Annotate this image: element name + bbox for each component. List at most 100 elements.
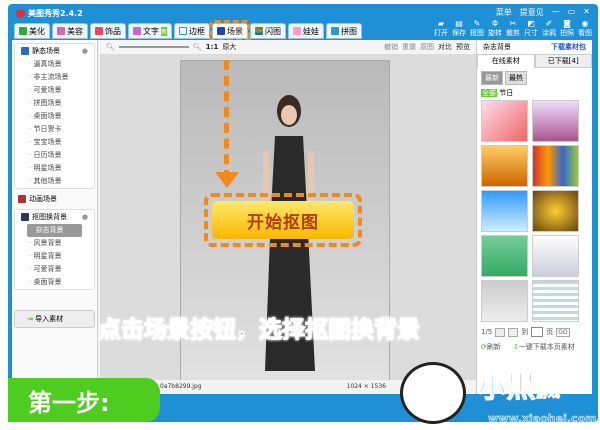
thumbnail[interactable] [481,280,528,322]
tool-label: 涂鸦 [542,29,556,37]
tool-label: 保存 [452,29,466,37]
collapse-icon[interactable]: ● [82,213,88,221]
material-panel: 杂志背景 下载素材包 在线素材 已下载[4] 最新 最热 全部 节日 1/5 到页 GO … [476,40,592,394]
material-category[interactable]: 杂志背景 [483,42,511,52]
category-holiday[interactable]: 节日 [499,89,513,97]
camera-button[interactable]: ◙ 拍照 [560,19,574,38]
tab-downloaded[interactable]: 已下载[4] [534,54,592,68]
thumbnail[interactable] [532,145,579,187]
preview-button[interactable]: 预览 [456,42,470,52]
refresh-button[interactable]: ⟳刷新 [481,342,501,352]
thumbnail[interactable] [481,190,528,232]
cutout-header[interactable]: 抠图换背景 ● [15,210,94,224]
tab-text[interactable]: 文字新 [128,23,173,39]
list-item[interactable]: 可爱背景 [15,263,94,276]
list-item-selected[interactable]: 杂志背景 [27,224,82,237]
ratio-button[interactable]: 1:1 [206,43,219,51]
list-item[interactable]: 宝宝场景 [15,136,94,149]
save-button[interactable]: ▤ 保存 [452,19,466,38]
original-button[interactable]: 原图 [420,42,434,52]
zoom-in-icon[interactable]: 🔍︎ [193,43,202,51]
download-all-button[interactable]: ⇩一键下载本页素材 [513,342,575,352]
import-material-button[interactable]: ⇥ 导入素材 [14,310,95,328]
resize-button[interactable]: ◩ 尺寸 [524,19,538,38]
start-cutout-button[interactable]: 开始抠图 [204,193,362,247]
download-pack-link[interactable]: 下载素材包 [551,42,586,52]
go-button[interactable]: GO [556,327,570,337]
group-label: 抠图换背景 [32,213,67,221]
open-button[interactable]: ▰ 打开 [434,19,448,38]
doodle-button[interactable]: ✐ 涂鸦 [542,19,556,38]
list-item[interactable]: 明星场景 [15,162,94,175]
guide-arrow [224,60,244,180]
tab-beautify[interactable]: 美化 [14,23,50,39]
goto-label: 到 [521,328,529,336]
window-controls: 菜单 提意见 — ▭ ✕ [496,7,590,18]
page-input[interactable] [531,327,544,337]
sort-hot-button[interactable]: 最热 [505,71,527,85]
thumbnail[interactable] [532,190,579,232]
tab-label: 娃娃 [303,26,320,36]
sort-new-button[interactable]: 最新 [481,71,503,85]
list-item[interactable]: 日历场景 [15,149,94,162]
thumbnail[interactable] [481,145,528,187]
thumbnail[interactable] [532,100,579,142]
rotate-button[interactable]: Φ 旋转 [488,19,502,38]
list-item[interactable]: 可爱场景 [15,84,94,97]
tab-flash[interactable]: 闪图 [250,23,287,39]
restore-icon[interactable]: ▭ [568,7,576,18]
original-size-button[interactable]: 原大 [222,42,236,52]
list-item[interactable]: 拼图场景 [15,97,94,110]
tab-accessories[interactable]: 饰品 [90,23,126,39]
list-item[interactable]: 桌面背景 [15,276,94,289]
pen-icon: ✎ [473,19,481,28]
scene-sidebar: 静态场景 ● 逼真场景 非主流场景 可爱场景 拼图场景 桌面场景 节日贺卡 宝宝场… [12,40,98,394]
collapse-icon[interactable]: ● [82,47,88,55]
tab-label: 饰品 [105,26,121,36]
crop-button[interactable]: ✂ 裁剪 [506,19,520,38]
thumbnail[interactable] [481,100,528,142]
redo-button[interactable]: 重做 [402,42,416,52]
list-item[interactable]: 明星背景 [15,250,94,263]
view-button[interactable]: ◉ 看图 [578,19,592,38]
list-item[interactable]: 节日贺卡 [15,123,94,136]
flash-icon [255,27,264,35]
tab-makeup[interactable]: 美容 [52,23,88,39]
canvas-toolbar: 🔍︎ 🔍︎ 1:1 原大 撤销 重做 原图 对比 预览 [100,40,476,54]
tab-collage[interactable]: 拼图 [326,23,363,39]
folder-icon: ▰ [437,19,445,28]
menu-button[interactable]: 菜单 [496,7,512,18]
thumbnail[interactable] [532,280,579,322]
tab-scene[interactable]: 场景 [209,20,252,42]
undo-button[interactable]: 撤销 [384,42,398,52]
list-item[interactable]: 风景背景 [15,237,94,250]
list-item[interactable]: 非主流场景 [15,71,94,84]
category-all[interactable]: 全部 [481,89,497,97]
cutout-button[interactable]: ✎ 抠图 [470,19,484,38]
thumbnail[interactable] [532,235,579,277]
button-label: 导入素材 [35,315,64,323]
zoom-slider[interactable] [118,46,189,48]
static-scene-header[interactable]: 静态场景 ● [15,44,94,58]
close-icon[interactable]: ✕ [583,7,590,18]
compare-button[interactable]: 对比 [438,42,452,52]
list-item[interactable]: 桌面场景 [15,110,94,123]
tool-label: 打开 [434,29,448,37]
tab-frame[interactable]: 边框 [174,23,211,39]
list-item[interactable]: 逼真场景 [15,58,94,71]
instruction-caption: 点击场景按钮，选择抠图换背景 [98,317,421,344]
zoom-out-icon[interactable]: 🔍︎ [106,43,115,51]
tab-doll[interactable]: 娃娃 [288,23,325,39]
animated-scene-item[interactable]: 动画场景 [12,192,97,206]
tab-online[interactable]: 在线素材 [477,54,535,68]
thumbnail[interactable] [481,235,528,277]
feedback-button[interactable]: 提意见 [520,7,544,18]
list-item[interactable]: 其他场景 [15,175,94,188]
next-page-button[interactable] [508,327,519,337]
panda-mascot-icon [400,362,466,424]
eye-icon: ◉ [581,19,589,28]
camera-icon: ◙ [563,19,571,28]
prev-page-button[interactable] [495,327,506,337]
minimize-icon[interactable]: — [552,7,560,18]
app-title: 美图秀秀2.4.2 [28,9,83,18]
